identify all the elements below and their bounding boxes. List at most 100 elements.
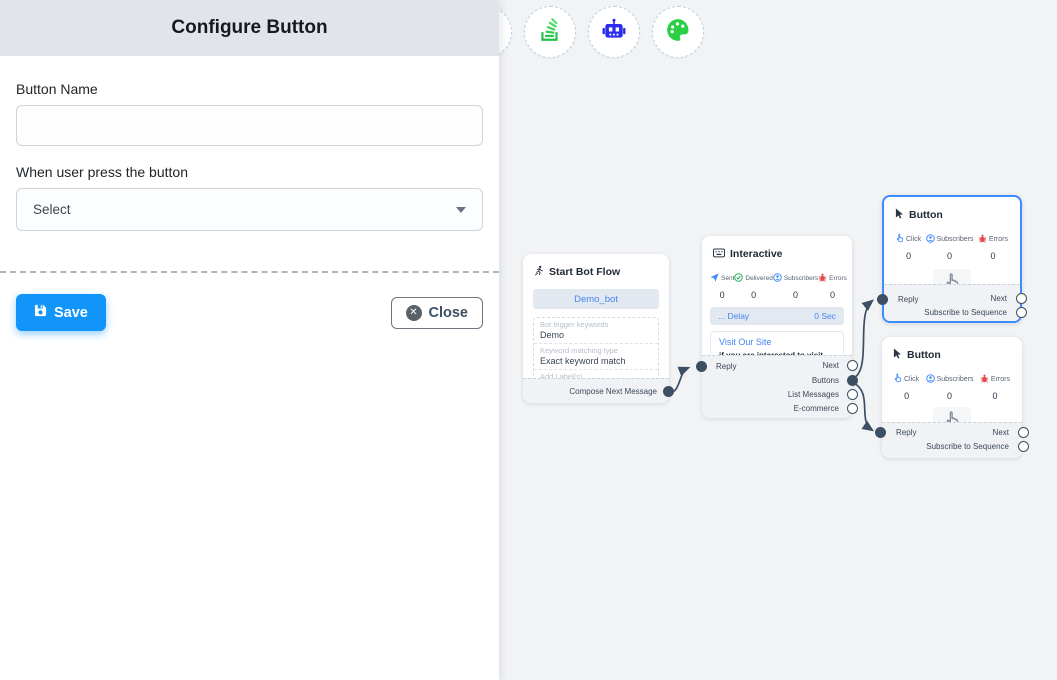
output-label: E-commerce <box>794 403 839 414</box>
button-name-input[interactable] <box>16 105 483 146</box>
start-bot-flow-node[interactable]: Start Bot Flow Demo_bot Bot trigger keyw… <box>523 254 669 403</box>
bug-icon <box>818 269 827 287</box>
list-messages-output-port[interactable] <box>847 389 858 400</box>
output-label: Next <box>993 427 1009 438</box>
output-label: Subscribe to Sequence <box>924 307 1007 318</box>
close-button-label: Close <box>429 305 469 321</box>
bot-name-pill[interactable]: Demo_bot <box>533 289 659 309</box>
chevron-down-icon <box>456 207 466 213</box>
runner-icon <box>534 263 544 281</box>
floppy-icon <box>34 304 47 321</box>
close-button[interactable]: ✕ Close <box>391 297 484 329</box>
next-output-port[interactable] <box>1018 427 1029 438</box>
bug-icon <box>980 370 989 388</box>
stat-delivered: Delivered 0 <box>734 269 772 300</box>
field-row: Keyword matching type Exact keyword matc… <box>534 343 658 369</box>
buttons-output-port[interactable] <box>847 375 858 386</box>
button-node-header: Button <box>884 197 1020 228</box>
keyboard-icon <box>713 245 725 263</box>
output-label: Next <box>823 360 839 371</box>
node-title: Interactive <box>730 248 783 260</box>
stat-subscribers: Subscribers 0 <box>926 230 974 261</box>
button-name-label: Button Name <box>16 81 483 97</box>
button-node-top[interactable]: Button Click 0 <box>882 195 1022 323</box>
output-label: Subscribe to Sequence <box>926 441 1009 452</box>
interactive-stats: Sent 0 Delivered 0 <box>702 267 852 300</box>
field-value: Exact keyword match <box>540 356 652 366</box>
flow-builder-screen: Start Bot Flow Demo_bot Bot trigger keyw… <box>0 0 1057 680</box>
input-label: Reply <box>898 294 918 305</box>
reply-input-port[interactable] <box>877 294 888 305</box>
stat-click: Click 0 <box>894 370 919 401</box>
save-button-label: Save <box>54 305 88 321</box>
node-title: Button <box>909 209 943 221</box>
robot-icon <box>601 17 627 48</box>
interactive-node[interactable]: Interactive Sent 0 <box>702 236 852 418</box>
click-icon <box>896 230 904 248</box>
output-label: Next <box>991 293 1007 304</box>
palette-icon <box>665 17 691 48</box>
node-title: Button <box>907 349 941 361</box>
press-button-select[interactable]: Select <box>16 188 483 231</box>
panel-body: Button Name When user press the button S… <box>0 56 499 231</box>
stat-errors: Errors 0 <box>980 370 1010 401</box>
panel-actions: Save ✕ Close <box>0 273 499 331</box>
start-node-header: Start Bot Flow <box>523 254 669 285</box>
input-label: Reply <box>716 361 736 372</box>
panel-title: Configure Button <box>171 17 327 39</box>
output-label: Compose Next Message <box>569 386 657 397</box>
toolbar-item-stack[interactable] <box>524 6 576 58</box>
field-row: Bot trigger keywords Demo <box>534 318 658 343</box>
cursor-icon <box>895 206 904 224</box>
reply-input-port[interactable] <box>875 427 886 438</box>
bot-name: Demo_bot <box>574 294 618 305</box>
message-title: Visit Our Site <box>719 337 835 347</box>
subscriber-icon <box>773 269 782 287</box>
stat-sent: Sent 0 <box>710 269 734 300</box>
delay-setting[interactable]: ... Delay 0 Sec <box>710 307 844 325</box>
subscriber-icon <box>926 230 935 248</box>
node-title: Start Bot Flow <box>549 266 620 278</box>
configure-button-panel: Configure Button Button Name When user p… <box>0 0 499 680</box>
interactive-node-header: Interactive <box>702 236 852 267</box>
subscribe-sequence-output-port[interactable] <box>1016 307 1027 318</box>
stat-subscribers: Subscribers 0 <box>773 269 818 300</box>
field-value: Demo <box>540 330 652 340</box>
stat-errors: Errors 0 <box>978 230 1008 261</box>
send-icon <box>710 269 719 287</box>
input-label: Reply <box>896 427 916 438</box>
press-button-label: When user press the button <box>16 164 483 180</box>
output-label: Buttons <box>812 375 839 386</box>
subscribe-sequence-output-port[interactable] <box>1018 441 1029 452</box>
click-icon <box>894 370 902 388</box>
check-circle-icon <box>734 269 743 287</box>
stat-subscribers: Subscribers 0 <box>926 370 974 401</box>
delay-label: ... Delay <box>718 311 749 321</box>
panel-header: Configure Button <box>0 0 499 56</box>
save-button[interactable]: Save <box>16 294 106 331</box>
stat-errors: Errors 0 <box>818 269 847 300</box>
start-node-footer: Compose Next Message <box>523 378 669 403</box>
button-stats: Click 0 Subscribers 0 <box>884 228 1020 261</box>
field-label: Keyword matching type <box>540 346 652 355</box>
ecommerce-output-port[interactable] <box>847 403 858 414</box>
button-node-bottom[interactable]: Button Click 0 <box>882 337 1022 458</box>
compose-next-message-port[interactable] <box>663 386 674 397</box>
field-label: Bot trigger keywords <box>540 320 652 329</box>
button-stats: Click 0 Subscribers 0 <box>882 368 1022 401</box>
reply-input-port[interactable] <box>696 361 707 372</box>
stack-icon <box>537 17 563 48</box>
toolbar-item-theme[interactable] <box>652 6 704 58</box>
toolbar-item-bot[interactable] <box>588 6 640 58</box>
subscriber-icon <box>926 370 935 388</box>
button-node-header: Button <box>882 337 1022 368</box>
delay-value: 0 Sec <box>814 311 836 321</box>
next-output-port[interactable] <box>847 360 858 371</box>
select-value: Select <box>33 202 71 217</box>
cursor-icon <box>893 346 902 364</box>
output-label: List Messages <box>788 389 839 400</box>
close-icon: ✕ <box>406 305 422 321</box>
stat-click: Click 0 <box>896 230 921 261</box>
next-output-port[interactable] <box>1016 293 1027 304</box>
bug-icon <box>978 230 987 248</box>
